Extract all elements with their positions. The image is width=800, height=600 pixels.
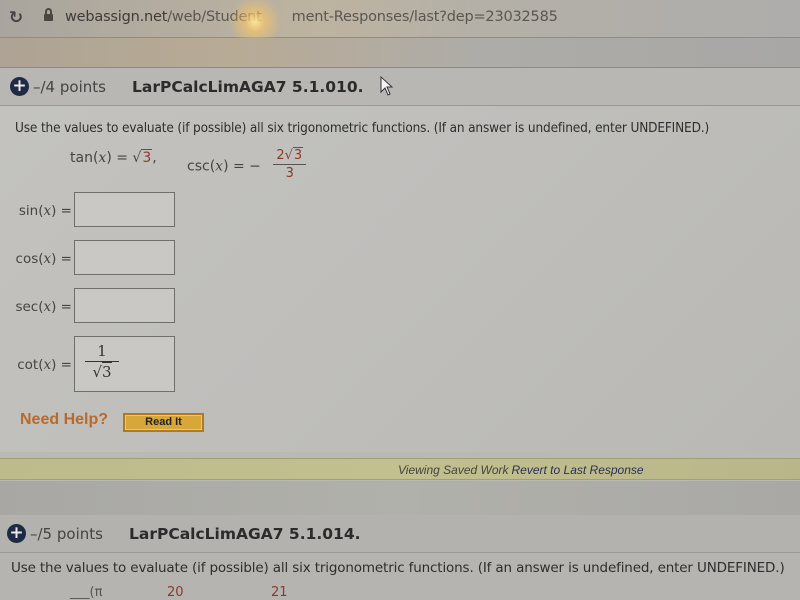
saved-work-bar: Viewing Saved Work Revert to Last Respons… (0, 458, 800, 480)
cot-label: cot(x) = (17, 357, 72, 373)
read-it-button[interactable]: Read It (123, 413, 204, 432)
browser-address-bar: ↻ webassign.net/web/Student ment-Response… (0, 0, 800, 40)
reload-icon[interactable]: ↻ (6, 8, 26, 28)
cot-answer-fraction: 1 √3 (85, 342, 119, 381)
question-id: LarPCalcLimAGA7 5.1.010. (132, 78, 364, 96)
lock-icon[interactable] (44, 8, 53, 22)
url-path-end: ment-Responses/last?dep=23032585 (291, 9, 558, 25)
page-header-band (0, 38, 800, 68)
sqrt-symbol: √3 (132, 149, 153, 166)
url-host: webassign.net (65, 9, 168, 25)
question-body: Use the values to evaluate (if possible)… (0, 553, 800, 600)
sin-answer-input[interactable] (74, 192, 175, 227)
question-body: Use the values to evaluate (if possible)… (0, 106, 800, 452)
sec-answer-input[interactable] (74, 288, 175, 323)
question-instruction: Use the values to evaluate (if possible)… (15, 120, 710, 136)
cos-label: cos(x) = (15, 251, 72, 267)
revert-link[interactable]: Revert to Last Response (512, 463, 644, 477)
given-csc: csc(x) = − 2√3 3 (187, 147, 307, 183)
sin-label: sin(x) = (18, 203, 72, 219)
partial-expression: ___(π (70, 585, 103, 600)
cot-answer-input[interactable]: 1 √3 (74, 336, 175, 392)
mouse-cursor-icon (380, 76, 394, 96)
url-path-start: /web/Student (167, 9, 262, 25)
csc-fraction: 2√3 3 (273, 147, 307, 181)
given-value: 20 (167, 585, 184, 600)
given-value: 21 (271, 585, 288, 600)
sec-label: sec(x) = (15, 299, 72, 315)
question-header: + –/4 points LarPCalcLimAGA7 5.1.010. (0, 68, 800, 106)
question-instruction: Use the values to evaluate (if possible)… (11, 560, 785, 576)
url-field[interactable]: webassign.net/web/Student ment-Responses/… (65, 9, 558, 25)
question-id: LarPCalcLimAGA7 5.1.014. (129, 525, 361, 543)
given-tan: tan(x) = √3, (70, 149, 157, 166)
expand-plus-icon[interactable]: + (10, 77, 29, 96)
need-help-label: Need Help? (20, 411, 109, 428)
points-label: –/5 points (30, 525, 103, 543)
question-header: + –/5 points LarPCalcLimAGA7 5.1.014. (0, 515, 800, 553)
question-separator (0, 481, 800, 515)
saved-work-status: Viewing Saved Work (398, 463, 509, 477)
cos-answer-input[interactable] (74, 240, 175, 275)
points-label: –/4 points (33, 78, 106, 96)
expand-plus-icon[interactable]: + (7, 524, 26, 543)
